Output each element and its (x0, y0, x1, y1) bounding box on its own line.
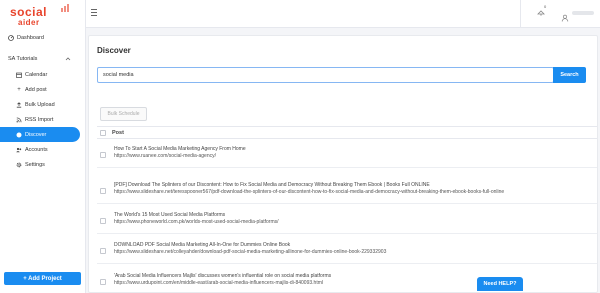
post-url[interactable]: https://www.phoneworld.com.pk/worlds-mos… (114, 219, 279, 225)
logo-text-sub: aider (18, 18, 40, 27)
sidebar-item-calendar[interactable]: Calendar (0, 67, 86, 82)
signal-icon (61, 4, 69, 12)
sidebar-item-discover[interactable]: Discover (0, 127, 80, 142)
sidebar-item-accounts[interactable]: Accounts (0, 142, 86, 157)
chevron-up-icon (65, 56, 71, 62)
post-url[interactable]: https://www.slideshare.net/teresspooner5… (114, 189, 504, 195)
topbar: 0 (86, 0, 600, 28)
sidebar-item-dashboard[interactable]: Dashboard (0, 30, 86, 45)
sidebar-item-label: Bulk Upload (25, 101, 55, 108)
search-button[interactable]: Search (553, 67, 586, 83)
table-row: How To Start A Social Media Marketing Ag… (97, 142, 597, 168)
need-help-button[interactable]: Need HELP? (477, 277, 523, 291)
calendar-icon (16, 72, 22, 78)
menu-toggle-icon[interactable] (91, 9, 97, 16)
row-checkbox[interactable] (100, 248, 106, 254)
post-url[interactable]: https://www.ruanee.com/social-media-agen… (114, 153, 216, 159)
gear-icon (16, 162, 22, 168)
bulk-schedule-button[interactable]: Bulk Schedule (100, 107, 147, 121)
table-row: DOWNLOAD PDF Social Media Marketing All-… (97, 238, 597, 264)
sidebar-item-label: RSS Import (25, 116, 54, 123)
sidebar-item-label: Dashboard (17, 34, 44, 41)
notification-count: 0 (544, 4, 547, 9)
plus-icon: + (17, 86, 21, 93)
row-checkbox[interactable] (100, 188, 106, 194)
sidebar-item-label: Calendar (25, 71, 48, 78)
page-title: Discover (97, 46, 131, 55)
sidebar-nav: Dashboard SA Tutorials Calendar + Add po… (0, 30, 86, 172)
sidebar-item-settings[interactable]: Settings (0, 157, 86, 172)
post-title[interactable]: The World's 15 Most Used Social Media Pl… (114, 212, 225, 218)
column-header-post: Post (112, 129, 124, 136)
logo-text-main: social (10, 5, 48, 19)
row-checkbox[interactable] (100, 152, 106, 158)
add-project-button[interactable]: + Add Project (4, 272, 81, 285)
notification-icon[interactable] (537, 9, 545, 17)
post-url[interactable]: https://www.slideshare.net/colleyahder/d… (114, 249, 386, 255)
discover-card: Discover Search Bulk Schedule Post How T… (88, 35, 598, 293)
user-icon[interactable] (561, 9, 569, 22)
sidebar-item-label: Settings (25, 161, 45, 168)
sidebar-group-sa-tutorials[interactable]: SA Tutorials (0, 50, 86, 67)
row-checkbox[interactable] (100, 218, 106, 224)
upload-icon (16, 101, 22, 108)
post-title[interactable]: 'Arab Social Media Influencers Majlis' d… (114, 273, 331, 279)
post-title[interactable]: How To Start A Social Media Marketing Ag… (114, 146, 246, 152)
sidebar-item-label: Discover (25, 131, 47, 138)
sidebar-item-add-post[interactable]: + Add post (0, 82, 86, 97)
post-title[interactable]: DOWNLOAD PDF Social Media Marketing All-… (114, 242, 290, 248)
table-row: [PDF] Download The Splinters of our Disc… (97, 178, 597, 204)
table-header: Post (97, 126, 597, 139)
sidebar-group-label: SA Tutorials (8, 55, 38, 62)
post-title[interactable]: [PDF] Download The Splinters of our Disc… (114, 182, 430, 188)
app-root: social aider Dashboard SA Tutorials Cale… (0, 0, 600, 293)
post-url[interactable]: https://www.urdupoint.com/en/middle-east… (114, 280, 323, 286)
row-checkbox[interactable] (100, 279, 106, 285)
sidebar: social aider Dashboard SA Tutorials Cale… (0, 0, 86, 293)
sidebar-item-rss-import[interactable]: RSS Import (0, 112, 86, 127)
select-all-checkbox[interactable] (100, 129, 106, 136)
globe-icon (16, 132, 22, 138)
table-row: The World's 15 Most Used Social Media Pl… (97, 208, 597, 234)
user-name-placeholder[interactable] (572, 11, 594, 15)
dashboard-icon (8, 34, 14, 41)
sidebar-item-label: Add post (25, 86, 47, 93)
topbar-divider (520, 0, 521, 28)
sidebar-item-bulk-upload[interactable]: Bulk Upload (0, 97, 86, 112)
accounts-icon (16, 147, 22, 153)
rss-icon (16, 117, 22, 123)
sidebar-item-label: Accounts (25, 146, 48, 153)
search-input[interactable] (97, 67, 554, 83)
brand-logo[interactable]: social aider (8, 4, 82, 28)
